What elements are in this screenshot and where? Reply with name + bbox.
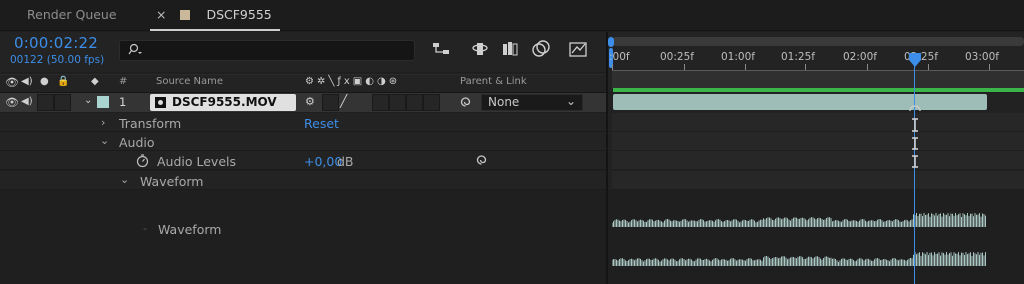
effects-switch[interactable] xyxy=(372,94,389,111)
ruler-tick-label: 02:00f xyxy=(843,51,877,63)
current-time-indicator-icon[interactable] xyxy=(907,52,923,68)
adjustment-layer-switch[interactable] xyxy=(423,94,440,111)
frame-blending-icon[interactable] xyxy=(530,38,552,60)
navigator-start-handle[interactable] xyxy=(608,37,614,47)
property-row-audio xyxy=(0,132,606,151)
work-area-bar[interactable] xyxy=(612,71,1024,88)
transform-label: Transform xyxy=(119,116,182,131)
timeline-row-audio xyxy=(612,132,1024,151)
layer-number-column-header: # xyxy=(119,76,128,87)
composition-color-icon xyxy=(180,10,191,20)
audio-levels-label: Audio Levels xyxy=(157,154,237,169)
source-name-label: DSCF9555.MOV xyxy=(172,95,277,109)
audio-label: Audio xyxy=(119,135,155,150)
layer-visibility-icon[interactable]: 👁 xyxy=(5,96,19,109)
search-input[interactable] xyxy=(119,40,415,61)
motion-blur-graph-icon[interactable] xyxy=(567,38,589,60)
ruler-tick-label: 00:25f xyxy=(660,51,694,63)
close-tab-icon[interactable]: × xyxy=(156,7,166,22)
layer-audio-icon[interactable]: ◀) xyxy=(21,96,33,107)
layer-lock-toggle[interactable] xyxy=(54,94,71,111)
solo-column-icon[interactable]: ● xyxy=(40,76,49,87)
property-row-transform xyxy=(0,113,606,132)
composition-flowchart-icon[interactable] xyxy=(430,38,452,60)
motion-blur-switch[interactable] xyxy=(406,94,423,111)
frame-blend-switch[interactable] xyxy=(389,94,406,111)
stopwatch-icon[interactable] xyxy=(135,153,150,168)
footage-icon xyxy=(155,97,166,108)
source-name-column-header[interactable]: Source Name xyxy=(156,76,223,87)
waveform-indent-marker: - xyxy=(143,222,147,235)
frame-rate-display: 00122 (50.00 fps) xyxy=(10,54,105,66)
timeline-row-transform xyxy=(612,113,1024,132)
property-row-waveform-group xyxy=(0,171,606,190)
search-icon xyxy=(128,43,142,55)
waveform-label: Waveform xyxy=(158,222,222,237)
layer-label-color[interactable] xyxy=(97,96,109,108)
current-time-indicator-line xyxy=(914,58,915,284)
collapse-waveform-icon[interactable]: ⌄ xyxy=(120,173,129,186)
transform-reset-link[interactable]: Reset xyxy=(304,116,339,131)
ruler-tick-label: 03:00f xyxy=(965,51,999,63)
tab-render-queue[interactable]: Render Queue xyxy=(27,0,117,31)
audio-column-icon[interactable]: ◀) xyxy=(21,76,33,87)
collapse-audio-icon[interactable]: ⌄ xyxy=(100,134,109,147)
current-time-display[interactable]: 0:00:02:22 xyxy=(14,34,98,52)
collapse-switch[interactable] xyxy=(322,94,339,111)
layer-duration-bar[interactable] xyxy=(613,94,987,110)
layer-collapse-chevron-icon[interactable]: ⌄ xyxy=(84,95,92,106)
waveform-group-label: Waveform xyxy=(140,174,204,189)
pick-whip-icon[interactable] xyxy=(459,96,472,108)
property-row-audio-levels xyxy=(0,151,606,170)
parent-dropdown-value: None xyxy=(488,95,520,109)
switches-column-icons[interactable]: ⚙✲╲ƒx▣◐◑⊛ xyxy=(305,76,400,87)
audio-levels-unit: dB xyxy=(337,154,354,169)
parent-link-column-header: Parent & Link xyxy=(460,76,527,87)
tab-composition[interactable]: × DSCF9555 ≡ xyxy=(150,0,282,52)
draft-3d-icon[interactable] xyxy=(469,38,491,60)
timeline-row-audio-levels xyxy=(612,151,1024,170)
active-tab-indicator xyxy=(150,29,280,31)
ruler-tick-label: 01:25f xyxy=(781,51,815,63)
time-navigator-bar[interactable] xyxy=(612,37,1024,46)
property-pick-whip-icon[interactable] xyxy=(475,154,488,166)
lock-column-icon[interactable]: 🔒 xyxy=(57,76,69,87)
layer-number: 1 xyxy=(119,95,127,109)
render-cache-bar xyxy=(613,88,1024,92)
layer-solo-toggle[interactable] xyxy=(37,94,54,111)
chevron-down-icon[interactable]: ⌄ xyxy=(566,94,576,108)
ruler-tick-label: :00f xyxy=(609,51,630,63)
expand-transform-icon[interactable]: › xyxy=(101,116,105,129)
video-visibility-column-icon[interactable]: 👁 xyxy=(5,76,19,89)
audio-waveform xyxy=(612,213,986,266)
timeline-row-waveform-group xyxy=(612,171,1024,190)
label-column-icon[interactable]: ◆ xyxy=(91,76,99,87)
tab-composition-label: DSCF9555 xyxy=(206,7,272,22)
ruler-tick-label: 01:00f xyxy=(721,51,755,63)
keyframe-markers xyxy=(909,105,921,168)
hide-shy-layers-icon[interactable] xyxy=(499,38,521,60)
quality-switch-icon[interactable]: ╱ xyxy=(340,94,347,108)
shy-switch-icon[interactable]: ⚙ xyxy=(305,95,315,108)
